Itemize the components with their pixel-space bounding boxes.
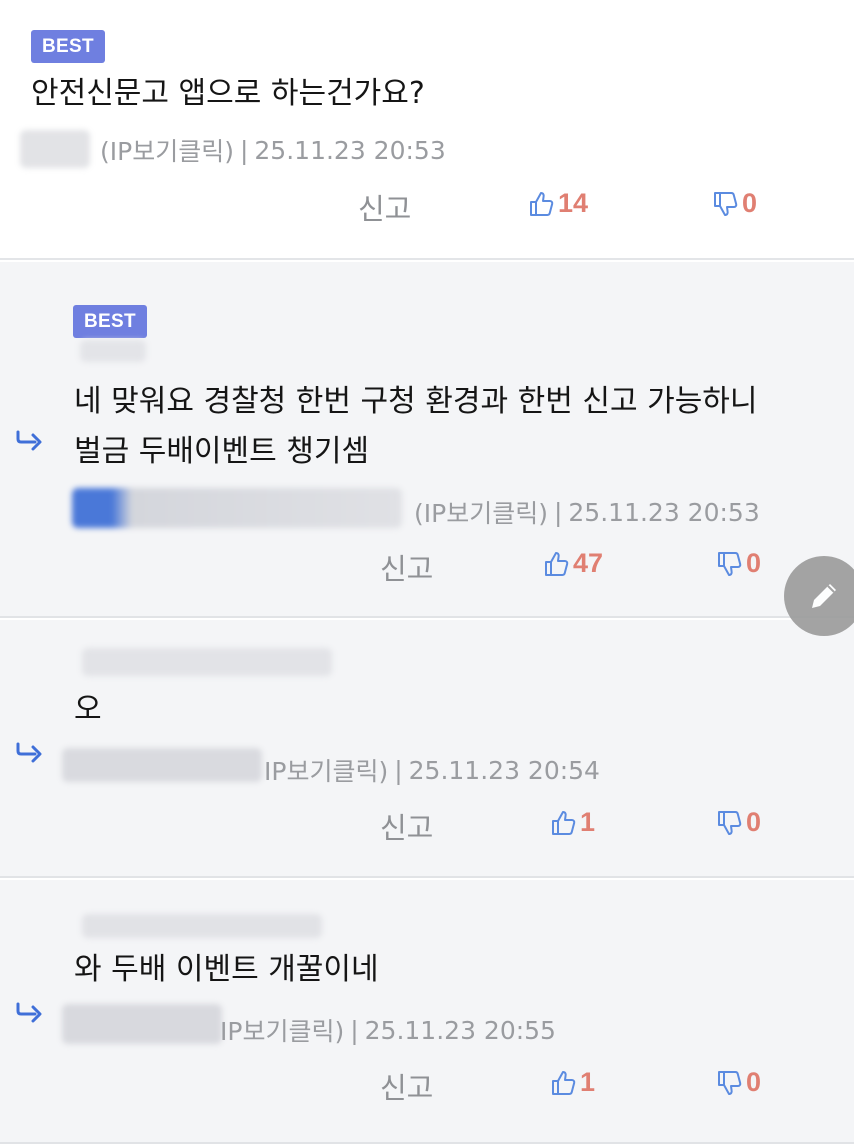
comment-text-line1: 네 맞워요 경찰청 한번 구청 환경과 한번 신고 가능하니 <box>74 384 758 419</box>
comment-date: 25.11.23 20:54 <box>408 755 600 785</box>
best-badge: BEST <box>73 305 147 338</box>
like-button[interactable]: 14 <box>528 188 588 219</box>
meta-separator: | <box>394 755 403 785</box>
thumbs-up-icon <box>552 810 576 835</box>
report-button[interactable]: 신고 <box>358 186 411 228</box>
ip-view-link[interactable]: (IP보기클릭) <box>414 494 548 530</box>
comment-text-line2: 벌금 두배이벤트 챙기셈 <box>74 434 370 469</box>
comment-meta: (IP보기클릭) | 25.11.23 20:53 <box>414 494 760 530</box>
comment-date: 25.11.23 20:53 <box>568 497 760 527</box>
thumbs-down-icon <box>718 551 742 576</box>
comment-date: 25.11.23 20:53 <box>254 135 446 165</box>
author-avatar-blurred <box>82 914 322 938</box>
comment-reply-item: 와 두배 이벤트 개꿀이네 IP보기클릭) | 25.11.23 20:55 신… <box>0 880 854 1144</box>
thumbs-up-icon <box>552 1070 576 1095</box>
like-button[interactable]: 1 <box>550 807 595 838</box>
thumbs-up-icon <box>530 191 554 216</box>
pencil-icon <box>812 584 836 608</box>
dislike-button[interactable]: 0 <box>716 548 761 579</box>
meta-separator: | <box>239 135 249 165</box>
author-name-blurred[interactable] <box>62 1004 222 1044</box>
comment-meta: (IP보기클릭) | 25.11.23 20:53 <box>100 132 446 168</box>
like-count: 1 <box>580 807 596 837</box>
reply-arrow-icon <box>16 430 42 451</box>
comment-meta: IP보기클릭) | 25.11.23 20:55 <box>220 1012 556 1048</box>
comment-reply-item: BEST 네 맞워요 경찰청 한번 구청 환경과 한번 신고 가능하니 벌금 두… <box>0 262 854 618</box>
author-avatar-blurred <box>82 648 332 676</box>
comment-reply-item: 오 IP보기클릭) | 25.11.23 20:54 신고 1 0 <box>0 620 854 878</box>
report-button[interactable]: 신고 <box>380 805 433 847</box>
meta-separator: | <box>350 1015 359 1045</box>
comment-text: 오 <box>74 692 102 727</box>
comment-item: BEST 안전신문고 앱으로 하는건가요? (IP보기클릭) | 25.11.2… <box>0 0 854 260</box>
comment-text: 안전신문고 앱으로 하는건가요? <box>31 76 425 111</box>
dislike-count: 0 <box>746 1067 762 1097</box>
like-count: 14 <box>558 188 589 218</box>
dislike-count: 0 <box>742 188 758 218</box>
dislike-button[interactable]: 0 <box>716 1067 761 1098</box>
thumbs-down-icon <box>714 191 738 216</box>
write-comment-button[interactable] <box>784 556 854 636</box>
ip-view-link[interactable]: (IP보기클릭) <box>100 132 234 168</box>
best-badge: BEST <box>31 30 105 63</box>
report-button[interactable]: 신고 <box>380 546 433 588</box>
comment-text: 와 두배 이벤트 개꿀이네 <box>74 952 379 987</box>
author-name-blurred[interactable] <box>72 488 402 528</box>
dislike-count: 0 <box>746 807 762 837</box>
thumbs-down-icon <box>718 810 742 835</box>
like-count: 47 <box>573 548 604 578</box>
like-button[interactable]: 1 <box>550 1067 595 1098</box>
like-count: 1 <box>580 1067 596 1097</box>
meta-separator: | <box>553 497 563 527</box>
reply-arrow-icon <box>16 742 42 763</box>
author-avatar-blurred <box>80 340 146 362</box>
author-name-blurred[interactable] <box>62 748 262 782</box>
author-name-blurred[interactable] <box>20 130 90 168</box>
dislike-button[interactable]: 0 <box>712 188 757 219</box>
comment-date: 25.11.23 20:55 <box>364 1015 556 1045</box>
comment-meta: IP보기클릭) | 25.11.23 20:54 <box>264 752 600 788</box>
like-button[interactable]: 47 <box>543 548 603 579</box>
dislike-count: 0 <box>746 548 762 578</box>
thumbs-down-icon <box>718 1070 742 1095</box>
thumbs-up-icon <box>545 551 569 576</box>
ip-view-link[interactable]: IP보기클릭) <box>264 752 388 788</box>
report-button[interactable]: 신고 <box>380 1065 433 1107</box>
ip-view-link[interactable]: IP보기클릭) <box>220 1012 344 1048</box>
reply-arrow-icon <box>16 1002 42 1023</box>
dislike-button[interactable]: 0 <box>716 807 761 838</box>
